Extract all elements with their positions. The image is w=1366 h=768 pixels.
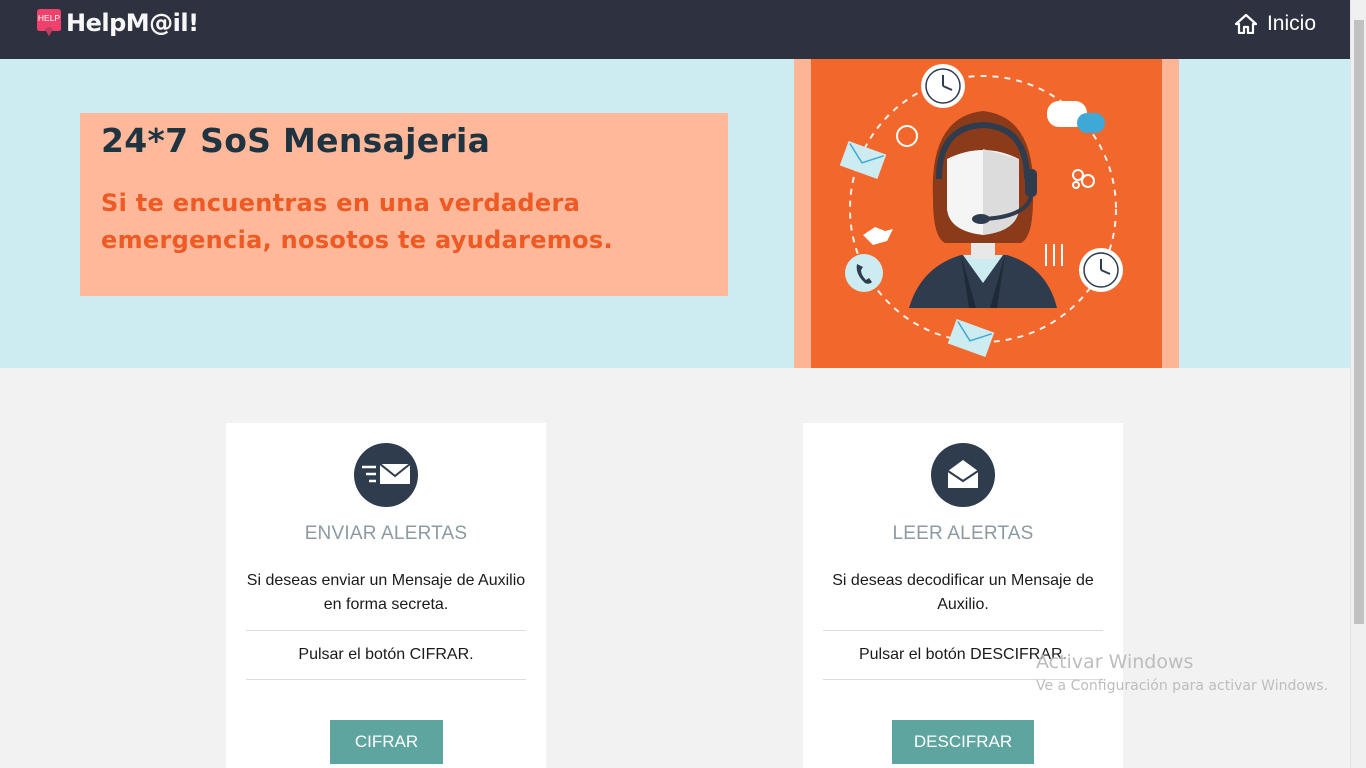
send-mail-icon (354, 443, 418, 507)
agent-figure (909, 111, 1057, 308)
hero-title: 24*7 SoS Mensajeria (101, 121, 491, 160)
top-navbar: HELP HelpM@il! Inicio (0, 0, 1350, 59)
home-label: Inicio (1266, 12, 1316, 35)
divider (246, 679, 526, 680)
envelope-icon (947, 318, 995, 358)
card-note: Pulsar el botón CIFRAR. (298, 646, 474, 663)
clock-icon (921, 64, 965, 108)
divider (823, 679, 1103, 680)
sliders-icon (1045, 244, 1063, 266)
help-logo-icon: HELP (37, 9, 61, 36)
support-agent-illustration (811, 59, 1162, 368)
divider (823, 630, 1103, 631)
card-description: Si deseas enviar un Mensaje de Auxilio e… (246, 572, 526, 613)
scrollbar-thumb[interactable] (1354, 20, 1364, 624)
phone-icon (845, 254, 883, 292)
handshake-icon (863, 227, 893, 245)
hero-message-box: 24*7 SoS Mensajeria Si te encuentras en … (80, 113, 728, 296)
card-title: LEER ALERTAS (892, 523, 1034, 544)
brand-name: HelpM@il! (66, 9, 199, 37)
descifrar-button[interactable]: DESCIFRAR (892, 720, 1034, 764)
brand[interactable]: HELP HelpM@il! (34, 8, 199, 38)
divider (246, 630, 526, 631)
envelope-icon (839, 140, 887, 180)
home-icon (1234, 14, 1257, 34)
home-link[interactable]: Inicio (1234, 12, 1316, 36)
support-agent-image (839, 64, 1123, 358)
hero-text: Si te encuentras en una verdadera emerge… (101, 189, 613, 254)
gear-icon (1072, 169, 1095, 189)
send-alerts-card: ENVIAR ALERTAS Si deseas enviar un Mensa… (226, 423, 546, 768)
card-note: Pulsar el botón DESCIFRAR. (858, 646, 1068, 663)
page-scrollbar[interactable] (1350, 0, 1366, 768)
clock-icon (1079, 248, 1123, 292)
hero-banner: 24*7 SoS Mensajeria Si te encuentras en … (0, 59, 1350, 368)
card-title: ENVIAR ALERTAS (304, 523, 468, 544)
card-description: Si deseas decodificar un Mensaje de Auxi… (832, 572, 1094, 613)
cifrar-button[interactable]: CIFRAR (330, 720, 443, 764)
logo-badge-text: HELP (38, 13, 61, 23)
chat-bubble-icon (1047, 101, 1105, 133)
open-mail-icon (931, 443, 995, 507)
read-alerts-card: LEER ALERTAS Si deseas decodificar un Me… (803, 423, 1123, 768)
